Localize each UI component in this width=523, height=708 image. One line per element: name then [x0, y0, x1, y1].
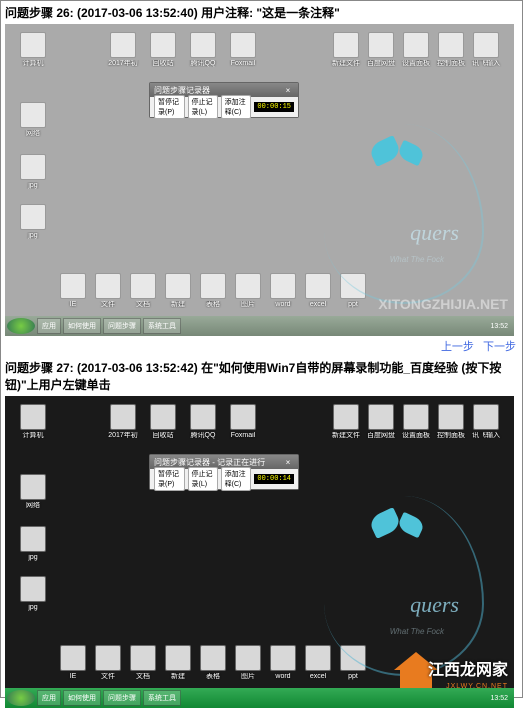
desktop-27: 计算机 2017年初 回收站 腾讯QQ Foxmail 新建文件 百度网盘 设置… [5, 396, 514, 708]
desktop-icon[interactable]: 设置面板 [398, 404, 434, 439]
desktop-icon[interactable]: 2017年初 [105, 32, 141, 67]
screenshot-26: 计算机 2017年初 回收站 腾讯QQ Foxmail 新建文件 百度网盘 设置… [5, 24, 514, 336]
watermark: XITONGZHIJIA.NET [378, 296, 508, 312]
desktop-icon[interactable]: 腾讯QQ [185, 404, 221, 439]
taskbar-item[interactable]: 系统工具 [143, 690, 181, 706]
recorder-time: 00:00:15 [254, 102, 294, 112]
desktop-icon[interactable]: 文件 [90, 273, 126, 308]
taskbar-item[interactable]: 应用 [37, 318, 61, 334]
recorder-toolbar: 暂停记录(P) 停止记录(L) 添加注释(C) 00:00:15 [150, 97, 298, 117]
desktop-icon[interactable]: 新建文件 [328, 404, 364, 439]
close-icon[interactable]: × [282, 458, 294, 467]
butterfly-icon [369, 506, 429, 546]
desktop-icon[interactable]: Foxmail [225, 32, 261, 67]
desktop-icon[interactable]: 控制面板 [433, 32, 469, 67]
desktop-icon[interactable]: 回收站 [145, 32, 181, 67]
recorder-title: 问题步骤记录器 - 记录正在进行 [154, 457, 265, 468]
desktop-icon[interactable]: 图片 [230, 645, 266, 680]
recorder-time: 00:00:14 [254, 474, 294, 484]
wallpaper-brand: quers [410, 592, 459, 618]
desktop-icon[interactable]: 新建 [160, 273, 196, 308]
step-nav: 上一步 下一步 [1, 336, 522, 356]
recorder-window[interactable]: 问题步骤记录器 × 暂停记录(P) 停止记录(L) 添加注释(C) 00:00:… [149, 82, 299, 118]
brand-watermark: 江西龙网家 [428, 656, 508, 680]
taskbar-item[interactable]: 如何使用 [63, 690, 101, 706]
system-tray[interactable]: 13:52 [486, 323, 512, 330]
comment-button[interactable]: 添加注释(C) [221, 95, 252, 119]
step-26-header: 问题步骤 26: (2017-03-06 13:52:40) 用户注释: "这是… [1, 1, 522, 24]
prev-link[interactable]: 上一步 [441, 341, 474, 353]
recorder-toolbar: 暂停记录(P) 停止记录(L) 添加注释(C) 00:00:14 [150, 469, 298, 489]
desktop-icon[interactable]: 文档 [125, 273, 161, 308]
desktop-icon[interactable]: 百度网盘 [363, 32, 399, 67]
step-27-header: 问题步骤 27: (2017-03-06 13:52:42) 在"如何使用Win… [1, 356, 522, 396]
pause-button[interactable]: 暂停记录(P) [154, 467, 185, 491]
taskbar-item[interactable]: 问题步骤 [103, 318, 141, 334]
taskbar: 应用 如何使用 问题步骤 系统工具 13:52 [5, 688, 514, 708]
butterfly-icon [369, 134, 429, 174]
stop-button[interactable]: 停止记录(L) [188, 95, 218, 119]
desktop-icon[interactable]: jpg [15, 204, 51, 239]
desktop-icon[interactable]: 表格 [195, 645, 231, 680]
desktop-icon[interactable]: 网络 [15, 474, 51, 509]
close-icon[interactable]: × [282, 86, 294, 95]
taskbar-item[interactable]: 应用 [37, 690, 61, 706]
desktop-26: 计算机 2017年初 回收站 腾讯QQ Foxmail 新建文件 百度网盘 设置… [5, 24, 514, 336]
wallpaper-brand: quers [410, 220, 459, 246]
desktop-icon[interactable]: 腾讯QQ [185, 32, 221, 67]
desktop-icon[interactable]: excel [300, 645, 336, 680]
desktop-icon[interactable]: Foxmail [225, 404, 261, 439]
desktop-icon[interactable]: 新建文件 [328, 32, 364, 67]
desktop-icon[interactable]: 新建 [160, 645, 196, 680]
desktop-icon[interactable]: excel [300, 273, 336, 308]
pause-button[interactable]: 暂停记录(P) [154, 95, 185, 119]
desktop-icon[interactable]: word [265, 273, 301, 308]
desktop-icon[interactable]: 讯飞输入 [468, 32, 504, 67]
desktop-icon[interactable]: jpg [15, 526, 51, 561]
desktop-icon[interactable]: 控制面板 [433, 404, 469, 439]
desktop-icon[interactable]: 计算机 [15, 404, 51, 439]
desktop-icon[interactable]: 表格 [195, 273, 231, 308]
desktop-icon[interactable]: 网络 [15, 102, 51, 137]
start-button[interactable] [7, 318, 35, 334]
system-tray[interactable]: 13:52 [486, 695, 512, 702]
taskbar-item[interactable]: 系统工具 [143, 318, 181, 334]
desktop-icon[interactable]: jpg [15, 576, 51, 611]
taskbar: 应用 如何使用 问题步骤 系统工具 13:52 [5, 316, 514, 336]
desktop-icon[interactable]: 回收站 [145, 404, 181, 439]
desktop-icon[interactable]: 2017年初 [105, 404, 141, 439]
desktop-icon[interactable]: jpg [15, 154, 51, 189]
desktop-icon[interactable]: 文档 [125, 645, 161, 680]
desktop-icon[interactable]: 设置面板 [398, 32, 434, 67]
desktop-icon[interactable]: word [265, 645, 301, 680]
start-button[interactable] [7, 690, 35, 706]
desktop-icon[interactable]: 图片 [230, 273, 266, 308]
wallpaper-sub: What The Fock [390, 627, 444, 636]
recorder-window[interactable]: 问题步骤记录器 - 记录正在进行 × 暂停记录(P) 停止记录(L) 添加注释(… [149, 454, 299, 490]
taskbar-item[interactable]: 问题步骤 [103, 690, 141, 706]
stop-button[interactable]: 停止记录(L) [188, 467, 218, 491]
brand-watermark-sub: JXLWY.CN.NET [446, 683, 508, 690]
wallpaper-sub: What The Fock [390, 255, 444, 264]
desktop-icon[interactable]: 计算机 [15, 32, 51, 67]
desktop-icon[interactable]: IE [55, 645, 91, 680]
comment-button[interactable]: 添加注释(C) [221, 467, 252, 491]
taskbar-item[interactable]: 如何使用 [63, 318, 101, 334]
desktop-icon[interactable]: 文件 [90, 645, 126, 680]
next-link[interactable]: 下一步 [483, 341, 516, 353]
recorder-title: 问题步骤记录器 [154, 85, 210, 96]
desktop-icon[interactable]: 讯飞输入 [468, 404, 504, 439]
desktop-icon[interactable]: IE [55, 273, 91, 308]
desktop-icon[interactable]: 百度网盘 [363, 404, 399, 439]
screenshot-27: 计算机 2017年初 回收站 腾讯QQ Foxmail 新建文件 百度网盘 设置… [5, 396, 514, 708]
